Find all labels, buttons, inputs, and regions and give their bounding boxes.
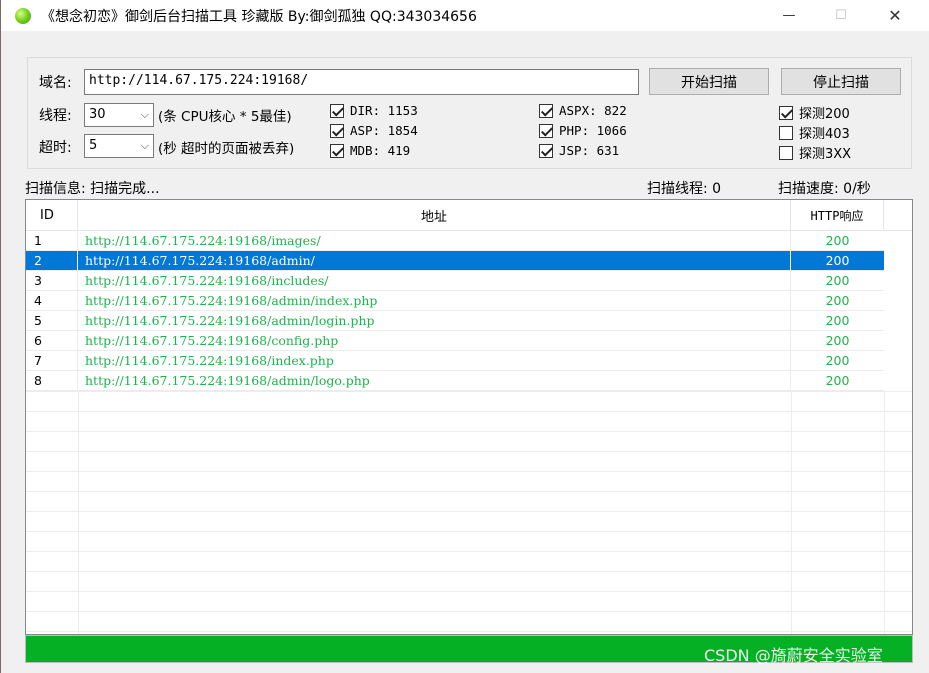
dict-checkbox-php[interactable]: PHP: 1066 bbox=[539, 123, 627, 138]
cell-url: http://114.67.175.224:19168/admin/login.… bbox=[78, 311, 791, 330]
table-row[interactable]: 2 http://114.67.175.224:19168/admin/200 bbox=[26, 251, 884, 271]
app-window: 《想念初恋》御剑后台扫描工具 珍藏版 By:御剑孤独 QQ:343034656 … bbox=[0, 0, 929, 673]
chevron-down-icon: ⌵ bbox=[140, 108, 149, 121]
table-row[interactable]: 3 http://114.67.175.224:19168/includes/20… bbox=[26, 271, 884, 291]
start-scan-button[interactable]: 开始扫描 bbox=[649, 68, 769, 95]
table-row[interactable]: 8 http://114.67.175.224:19168/admin/logo.… bbox=[26, 371, 884, 391]
cell-id: 6 bbox=[26, 331, 78, 350]
table-row[interactable]: 6 http://114.67.175.224:19168/config.php 2… bbox=[26, 331, 884, 351]
table-row[interactable]: 7 http://114.67.175.224:19168/index.php 20… bbox=[26, 351, 884, 371]
probe-checkbox-3xx[interactable]: 探测3XX bbox=[779, 143, 851, 162]
table-row[interactable]: 5 http://114.67.175.224:19168/admin/login… bbox=[26, 311, 884, 331]
cell-url: http://114.67.175.224:19168/config.php bbox=[78, 331, 791, 350]
dict-checkbox-jsp[interactable]: JSP: 631 bbox=[539, 143, 619, 158]
checkbox-icon bbox=[779, 105, 793, 120]
cell-http-code: 200 bbox=[825, 273, 850, 288]
threads-hint: (条 CPU核心 * 5最佳) bbox=[158, 109, 292, 125]
timeout-select[interactable]: 5 ⌵ bbox=[84, 134, 154, 158]
domain-label: 域名: bbox=[39, 75, 72, 91]
table-body: 1 http://114.67.175.224:19168/images/200 2… bbox=[26, 231, 912, 391]
grid-divider bbox=[78, 391, 79, 634]
cell-id: 8 bbox=[26, 371, 78, 390]
column-header-http[interactable]: HTTP响应 bbox=[791, 200, 884, 231]
close-button[interactable]: ✕ bbox=[872, 0, 918, 31]
dict-checkbox-aspx[interactable]: ASPX: 822 bbox=[539, 103, 627, 118]
cell-http-code: 200 bbox=[825, 293, 850, 308]
scan-threads: 扫描线程: 0 bbox=[647, 181, 722, 197]
cell-url: http://114.67.175.224:19168/index.php bbox=[78, 351, 791, 370]
threads-select[interactable]: 30 ⌵ bbox=[84, 103, 154, 127]
cell-http-code: 200 bbox=[825, 333, 850, 348]
cell-id: 3 bbox=[26, 271, 78, 290]
cell-id: 5 bbox=[26, 311, 78, 330]
column-header-id[interactable]: ID bbox=[26, 200, 78, 231]
cell-id: 4 bbox=[26, 291, 78, 310]
cell-url: http://114.67.175.224:19168/admin/logo.p… bbox=[78, 371, 791, 390]
checkbox-icon bbox=[779, 145, 793, 160]
cell-id: 2 bbox=[26, 251, 78, 270]
results-table[interactable]: ID 地址 HTTP响应 1 http://114.67.175.224:1916… bbox=[25, 199, 913, 635]
cell-url: http://114.67.175.224:19168/admin/ bbox=[78, 251, 791, 270]
domain-input[interactable]: http://114.67.175.224:19168/ bbox=[84, 69, 639, 95]
title-bar: 《想念初恋》御剑后台扫描工具 珍藏版 By:御剑孤独 QQ:343034656 … bbox=[1, 0, 929, 31]
checkbox-icon bbox=[779, 125, 793, 140]
probe-checkbox-200[interactable]: 探测200 bbox=[779, 103, 850, 122]
table-header: ID 地址 HTTP响应 bbox=[26, 200, 912, 231]
cell-http-code: 200 bbox=[825, 373, 850, 388]
checkbox-icon bbox=[539, 143, 553, 158]
stop-scan-button[interactable]: 停止扫描 bbox=[781, 68, 901, 95]
scan-info: 扫描信息: 扫描完成... bbox=[25, 181, 160, 197]
maximize-button[interactable]: ☐ bbox=[818, 0, 864, 31]
timeout-label: 超时: bbox=[39, 140, 72, 156]
cell-url: http://114.67.175.224:19168/includes/ bbox=[78, 271, 791, 290]
cell-http-code: 200 bbox=[825, 253, 850, 268]
cell-id: 7 bbox=[26, 351, 78, 370]
checkbox-icon bbox=[330, 103, 344, 118]
chevron-down-icon: ⌵ bbox=[140, 139, 149, 152]
window-title: 《想念初恋》御剑后台扫描工具 珍藏版 By:御剑孤独 QQ:343034656 bbox=[41, 9, 477, 25]
cell-http-code: 200 bbox=[825, 353, 850, 368]
cell-id: 1 bbox=[26, 231, 78, 250]
cell-http-code: 200 bbox=[825, 313, 850, 328]
cell-url: http://114.67.175.224:19168/admin/index.… bbox=[78, 291, 791, 310]
watermark: CSDN @旖蔚安全实验室 bbox=[704, 646, 883, 665]
table-row[interactable]: 1 http://114.67.175.224:19168/images/200 bbox=[26, 231, 884, 251]
probe-checkbox-403[interactable]: 探测403 bbox=[779, 123, 850, 142]
threads-label: 线程: bbox=[39, 108, 72, 124]
grid-divider bbox=[884, 391, 885, 634]
grid-divider bbox=[791, 391, 792, 634]
cell-url: http://114.67.175.224:19168/images/ bbox=[78, 231, 791, 250]
cell-http-code: 200 bbox=[825, 233, 850, 248]
column-header-url[interactable]: 地址 bbox=[78, 200, 791, 231]
threads-value: 30 bbox=[89, 107, 106, 122]
checkbox-icon bbox=[539, 103, 553, 118]
timeout-hint: (秒 超时的页面被丢弃) bbox=[158, 141, 295, 157]
checkbox-icon bbox=[539, 123, 553, 138]
scan-speed: 扫描速度: 0/秒 bbox=[778, 181, 871, 197]
checkbox-icon bbox=[330, 143, 344, 158]
dict-checkbox-mdb[interactable]: MDB: 419 bbox=[330, 143, 410, 158]
dict-checkbox-asp[interactable]: ASP: 1854 bbox=[330, 123, 418, 138]
table-grid bbox=[26, 391, 912, 634]
table-row[interactable]: 4 http://114.67.175.224:19168/admin/index… bbox=[26, 291, 884, 311]
dict-checkbox-dir[interactable]: DIR: 1153 bbox=[330, 103, 418, 118]
minimize-button[interactable]: — bbox=[766, 0, 812, 31]
app-icon bbox=[15, 8, 31, 24]
timeout-value: 5 bbox=[89, 138, 98, 153]
checkbox-icon bbox=[330, 123, 344, 138]
